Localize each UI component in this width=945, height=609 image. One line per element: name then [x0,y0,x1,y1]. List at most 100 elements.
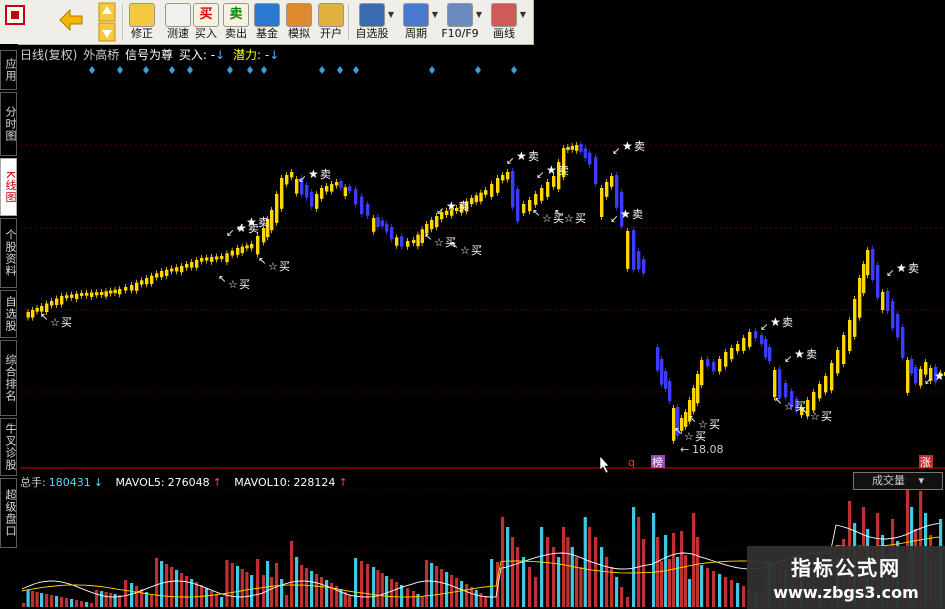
sell-label: 卖 [258,216,269,229]
buy-label: 买 [239,278,250,291]
candle [50,301,54,306]
volume-bar [575,557,579,607]
sell-star-icon: ★ [896,261,907,275]
volume-bar [484,596,488,607]
signal-diamond [353,66,359,74]
volume-bar [400,585,404,607]
candle [668,381,672,401]
candle [605,182,609,197]
toolbar-button-9[interactable]: 周期 ▼ [396,0,438,44]
sidebar-tab-5[interactable]: 自选股 [0,290,17,338]
toolbar-button-1[interactable]: 修正 [126,0,158,44]
toolbar-button-10[interactable]: F10/F9 ▼ [440,0,482,44]
dropdown-arrow-icon[interactable]: ▼ [432,10,438,19]
volume-bar [632,507,636,607]
sidebar-tab-6[interactable]: 综合排名 [0,340,17,416]
volume-bar [354,558,358,607]
volume-bar [348,595,352,607]
watermark-url: www.zbgs3.com [773,583,919,602]
watermark-title: 指标公式网 [791,556,901,580]
volume-bar [109,593,113,607]
toolbar-button-2[interactable]: 测速 [162,0,194,44]
potential-label: 潜力: [233,48,262,62]
volume-bar [615,577,619,607]
candle [376,217,380,227]
toolbar-button-label: 开户 [320,27,342,40]
candle [31,310,35,318]
sidebar-tab-2[interactable]: 分时图 [0,92,17,156]
volume-bar [470,587,474,607]
volume-bar [205,588,209,607]
sell-star-icon: ★ [308,167,319,181]
toolbar-button-11[interactable]: 画线 ▼ [484,0,526,44]
buy-label: 买 [821,410,832,423]
candle [195,260,199,268]
dropdown-arrow-icon[interactable]: ▼ [476,10,482,19]
candle [919,369,923,386]
volume-bar [390,579,394,607]
sell-label: 卖 [632,208,643,221]
candle [320,188,324,199]
candle [660,359,664,385]
mouse-cursor-icon [599,455,610,474]
candle [501,175,505,181]
volume-bar [185,576,189,607]
toolbar-button-3[interactable]: 买买入 [192,0,220,44]
sidebar-tab-7[interactable]: 牛叉诊股 [0,418,17,476]
candle [773,370,777,398]
f10-icon [447,3,473,27]
candle [784,383,788,398]
toolbar-button-8[interactable]: 自选股 ▼ [352,0,394,44]
sidebar-tab-4[interactable]: 个股资料 [0,218,17,288]
sidebar-tab-3[interactable]: K线图 [0,158,17,216]
signal-diamond [143,66,149,74]
low-price-label: 18.08 [692,443,724,456]
volume-bar [140,589,144,607]
toolbar-button-5[interactable]: 基金 [252,0,282,44]
candle [718,359,722,372]
sidebar-tab-1[interactable]: 应用 [0,50,17,90]
volume-bar [380,573,384,607]
volume-bar [315,574,319,607]
volume-bar [522,557,526,607]
buy-star-icon: ☆ [228,278,238,291]
buy-label: 买 [61,316,72,329]
candle [140,280,144,285]
candle [354,189,358,205]
candle [858,278,862,318]
candle [400,236,404,247]
candle [366,204,370,216]
candle [818,384,822,399]
buy-star-icon: ☆ [460,244,470,257]
candle [335,182,339,186]
lock-icon [318,3,344,27]
toolbar-button-6[interactable]: 模拟 [284,0,314,44]
candle [600,188,604,217]
pencil-icon [491,3,517,27]
kline-chart[interactable]: ↖ ☆ 买↖ ☆ 买↖ ☆ 买↖ ☆ 买↖ ☆ 买↖ ☆ 买↖ ☆ 买↖ ☆ 买↖ ☆ 买↖ ☆ 买↖ ☆ 买↙ ★ 卖↙ ★ 卖↙… [0,0,945,609]
candle [395,237,399,246]
toolbar-button-4[interactable]: 卖卖出 [222,0,250,44]
app-logo-button[interactable] [2,0,28,44]
candle [26,312,30,318]
up-arrow-icon: ↑ [338,476,348,489]
candle [175,267,179,272]
toolbar-button-label: 卖出 [225,27,247,40]
volume-bar [637,517,641,607]
dropdown-arrow-icon[interactable]: ▼ [520,10,526,19]
back-button[interactable] [54,0,86,44]
candle [632,230,636,270]
scroll-up-button[interactable] [96,0,118,44]
total-volume-value: 180431 [48,476,91,489]
volume-bar [450,575,454,607]
sidebar-tab-8[interactable]: 超级盘口 [0,478,17,548]
sell-arrow-icon: ↙ [226,228,234,239]
volume-bar [256,559,260,607]
dropdown-arrow-icon[interactable]: ▼ [388,10,394,19]
total-volume-label: 总手: [20,476,46,489]
toolbar-button-label: 基金 [256,27,278,40]
volume-indicator-select[interactable]: 成交量 ▾ [853,472,943,490]
candle [45,303,49,312]
buy-arrow-icon: ↖ [424,232,432,243]
toolbar-button-7[interactable]: 开户 [316,0,346,44]
